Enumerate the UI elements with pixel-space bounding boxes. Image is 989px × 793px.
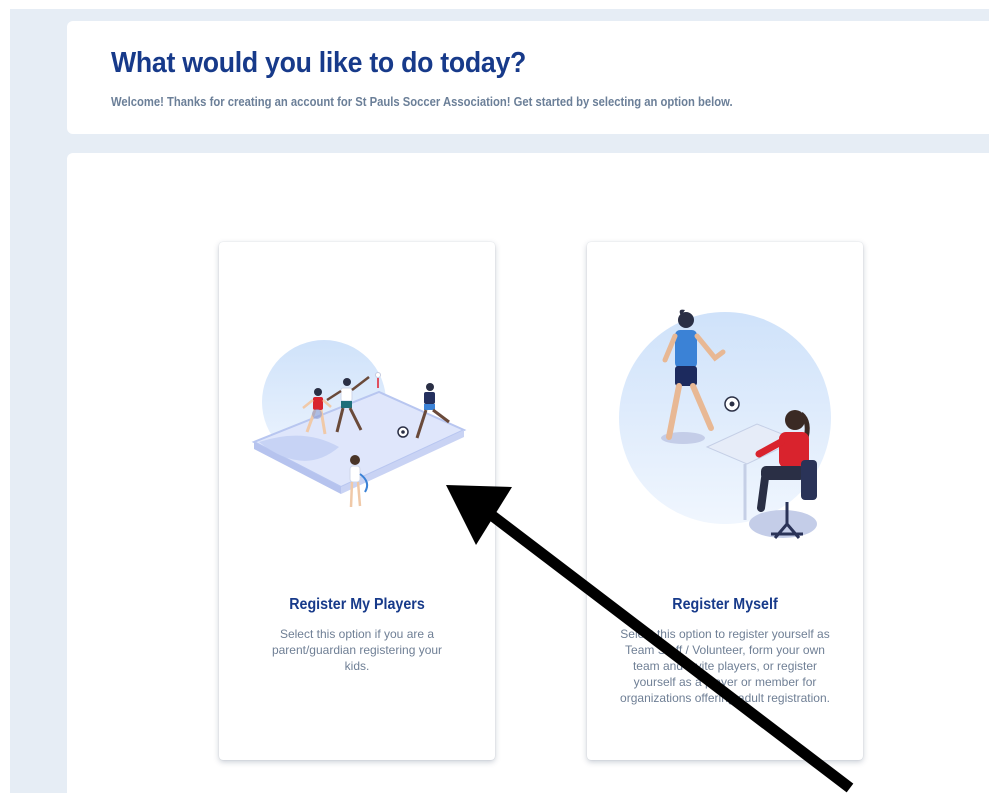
register-myself-card[interactable]: Register Myself Select this option to re… [587, 242, 863, 760]
welcome-message: Welcome! Thanks for creating an account … [111, 95, 733, 109]
register-myself-title: Register Myself [672, 596, 778, 613]
welcome-header-card: What would you like to do today? Welcome… [67, 21, 989, 134]
page-title: What would you like to do today? [111, 47, 527, 79]
register-my-players-card[interactable]: Register My Players Select this option i… [219, 242, 495, 760]
register-my-players-title: Register My Players [289, 596, 425, 613]
register-my-players-description: Select this option if you are a parent/g… [271, 627, 443, 673]
kids-soccer-illustration [251, 340, 467, 508]
adult-player-illustration [619, 309, 831, 539]
register-myself-description: Select this option to register yourself … [620, 627, 830, 705]
